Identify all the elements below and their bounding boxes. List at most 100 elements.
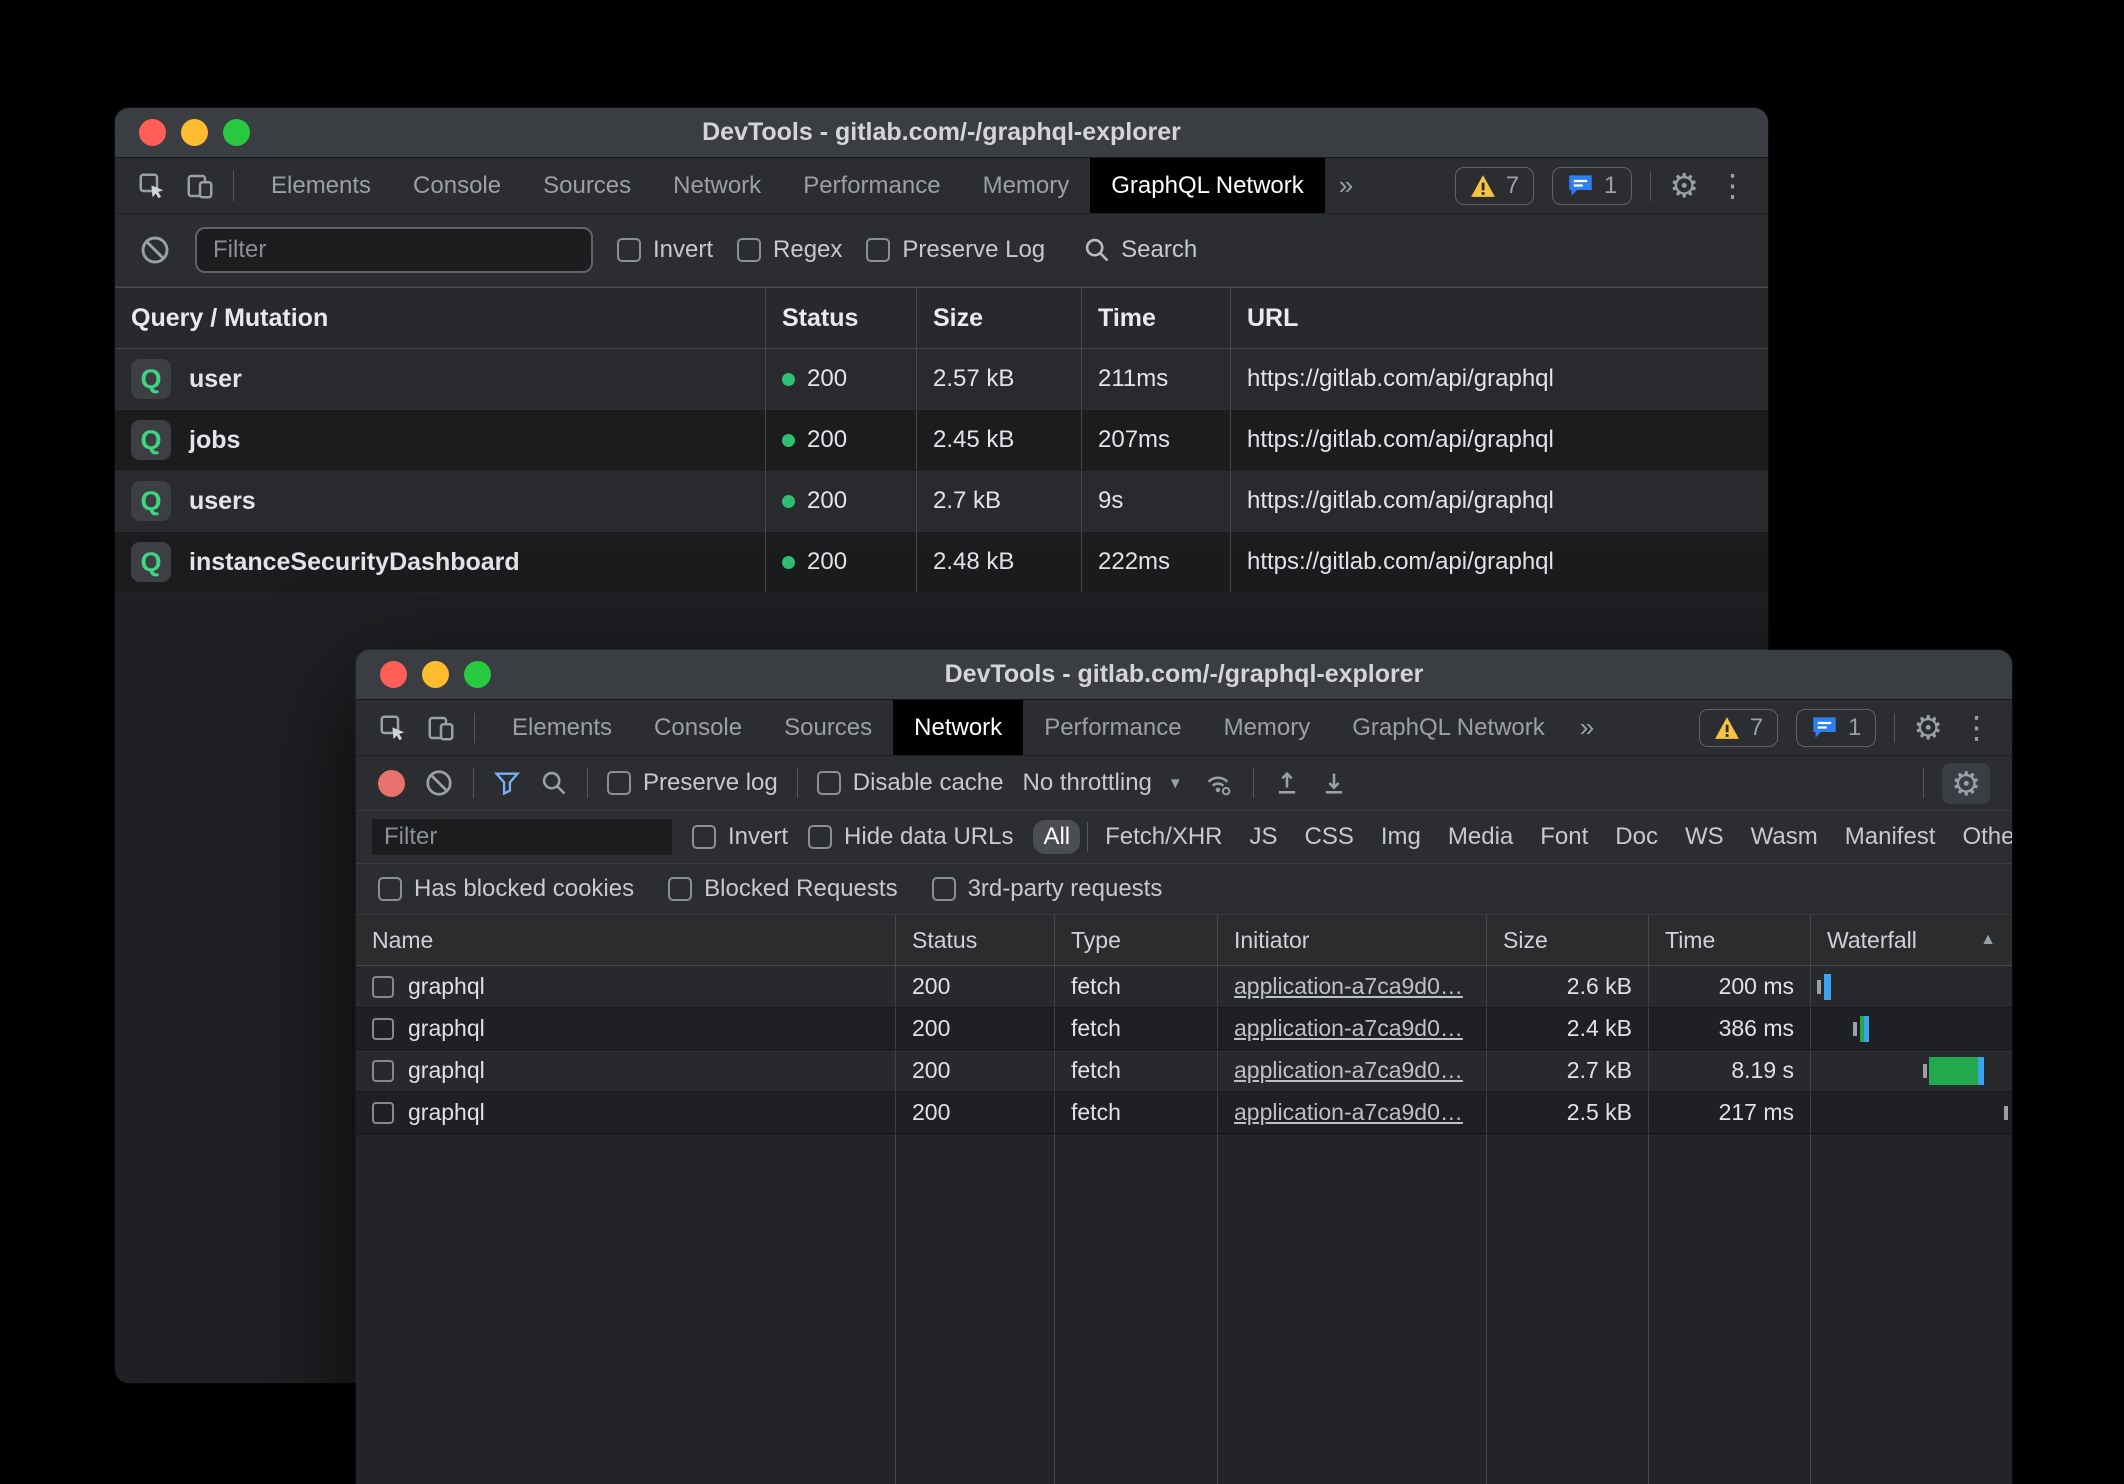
filter-input[interactable] [372, 819, 672, 855]
issues-badge[interactable]: 1 [1796, 709, 1876, 747]
hide-data-urls-checkbox-group[interactable]: Hide data URLs [808, 823, 1013, 851]
table-row[interactable]: Qjobs 200 2.45 kB 207ms https://gitlab.c… [115, 410, 1768, 471]
disable-cache-checkbox[interactable] [817, 771, 841, 795]
column-url[interactable]: URL [1230, 288, 1768, 348]
row-checkbox[interactable] [372, 1060, 394, 1082]
table-row[interactable]: graphql 200 fetch application-a7ca9d0… 2… [356, 1092, 2012, 1134]
table-row[interactable]: graphql 200 fetch application-a7ca9d0… 2… [356, 1008, 2012, 1050]
network-conditions-icon[interactable] [1202, 768, 1234, 798]
search-icon[interactable] [540, 769, 568, 797]
regex-checkbox-group[interactable]: Regex [737, 236, 842, 264]
column-size[interactable]: Size [916, 288, 1081, 348]
type-filter-media[interactable]: Media [1438, 820, 1523, 854]
table-row[interactable]: graphql 200 fetch application-a7ca9d0… 2… [356, 1050, 2012, 1092]
invert-checkbox-group[interactable]: Invert [617, 236, 713, 264]
tab-elements[interactable]: Elements [250, 158, 392, 213]
initiator-link[interactable]: application-a7ca9d0… [1234, 1057, 1463, 1084]
device-toolbar-icon[interactable] [426, 713, 456, 743]
tab-memory[interactable]: Memory [1203, 700, 1332, 755]
preserve-log-checkbox[interactable] [866, 238, 890, 262]
tab-performance[interactable]: Performance [782, 158, 961, 213]
zoom-window-button[interactable] [464, 661, 491, 688]
tab-console[interactable]: Console [633, 700, 763, 755]
table-row[interactable]: Qusers 200 2.7 kB 9s https://gitlab.com/… [115, 471, 1768, 532]
invert-checkbox[interactable] [692, 825, 716, 849]
column-status[interactable]: Status [895, 915, 1054, 965]
initiator-link[interactable]: application-a7ca9d0… [1234, 1099, 1463, 1126]
row-checkbox[interactable] [372, 976, 394, 998]
tab-elements[interactable]: Elements [491, 700, 633, 755]
record-network-log-button[interactable] [378, 770, 405, 797]
type-filter-manifest[interactable]: Manifest [1835, 820, 1946, 854]
type-filter-doc[interactable]: Doc [1605, 820, 1668, 854]
table-row[interactable]: QinstanceSecurityDashboard 200 2.48 kB 2… [115, 532, 1768, 593]
type-filter-wasm[interactable]: Wasm [1741, 820, 1828, 854]
tab-memory[interactable]: Memory [962, 158, 1091, 213]
preserve-log-checkbox-group[interactable]: Preserve Log [866, 236, 1045, 264]
kebab-menu-icon[interactable]: ⋮ [1717, 170, 1748, 201]
warnings-badge[interactable]: 7 [1699, 709, 1778, 747]
has-blocked-cookies-checkbox-group[interactable]: Has blocked cookies [378, 875, 634, 903]
preserve-log-checkbox-group[interactable]: Preserve log [607, 769, 778, 797]
type-filter-js[interactable]: JS [1240, 820, 1288, 854]
column-size[interactable]: Size [1486, 915, 1648, 965]
clear-icon[interactable] [424, 768, 454, 798]
tab-network[interactable]: Network [893, 700, 1023, 755]
type-filter-font[interactable]: Font [1530, 820, 1598, 854]
tab-console[interactable]: Console [392, 158, 522, 213]
clear-icon[interactable] [139, 234, 171, 266]
column-query-mutation[interactable]: Query / Mutation [115, 288, 765, 348]
initiator-link[interactable]: application-a7ca9d0… [1234, 1015, 1463, 1042]
third-party-requests-checkbox-group[interactable]: 3rd-party requests [932, 875, 1163, 903]
column-time[interactable]: Time [1648, 915, 1810, 965]
tab-sources[interactable]: Sources [763, 700, 893, 755]
close-window-button[interactable] [139, 119, 166, 146]
invert-checkbox-group[interactable]: Invert [692, 823, 788, 851]
more-tabs-icon[interactable]: » [1325, 158, 1367, 213]
hide-data-urls-checkbox[interactable] [808, 825, 832, 849]
search-control[interactable]: Search [1083, 236, 1197, 264]
type-filter-img[interactable]: Img [1371, 820, 1431, 854]
issues-badge[interactable]: 1 [1552, 167, 1632, 205]
column-status[interactable]: Status [765, 288, 916, 348]
row-checkbox[interactable] [372, 1102, 394, 1124]
column-name[interactable]: Name [356, 915, 895, 965]
network-settings-button[interactable]: ⚙ [1942, 763, 1990, 804]
minimize-window-button[interactable] [422, 661, 449, 688]
column-type[interactable]: Type [1054, 915, 1217, 965]
tab-network[interactable]: Network [652, 158, 782, 213]
inspect-element-icon[interactable] [378, 713, 408, 743]
type-filter-other[interactable]: Other [1952, 820, 2012, 854]
tab-performance[interactable]: Performance [1023, 700, 1202, 755]
more-tabs-icon[interactable]: » [1566, 700, 1608, 755]
export-har-icon[interactable] [1320, 769, 1348, 797]
row-checkbox[interactable] [372, 1018, 394, 1040]
tab-graphql-network[interactable]: GraphQL Network [1090, 158, 1325, 213]
throttling-dropdown[interactable]: No throttling ▼ [1022, 769, 1182, 797]
table-row[interactable]: Quser 200 2.57 kB 211ms https://gitlab.c… [115, 349, 1768, 410]
kebab-menu-icon[interactable]: ⋮ [1961, 712, 1992, 743]
disable-cache-checkbox-group[interactable]: Disable cache [817, 769, 1004, 797]
column-initiator[interactable]: Initiator [1217, 915, 1486, 965]
type-filter-all[interactable]: All [1033, 820, 1080, 854]
third-party-requests-checkbox[interactable] [932, 877, 956, 901]
title-bar[interactable]: DevTools - gitlab.com/-/graphql-explorer [115, 108, 1768, 158]
regex-checkbox[interactable] [737, 238, 761, 262]
settings-gear-icon[interactable]: ⚙ [1913, 711, 1943, 744]
column-waterfall[interactable]: Waterfall ▲ [1810, 915, 2012, 965]
title-bar[interactable]: DevTools - gitlab.com/-/graphql-explorer [356, 650, 2012, 700]
invert-checkbox[interactable] [617, 238, 641, 262]
filter-input[interactable] [195, 227, 593, 273]
type-filter-ws[interactable]: WS [1675, 820, 1734, 854]
column-time[interactable]: Time [1081, 288, 1230, 348]
blocked-requests-checkbox[interactable] [668, 877, 692, 901]
minimize-window-button[interactable] [181, 119, 208, 146]
initiator-link[interactable]: application-a7ca9d0… [1234, 973, 1463, 1000]
settings-gear-icon[interactable]: ⚙ [1669, 169, 1699, 202]
has-blocked-cookies-checkbox[interactable] [378, 877, 402, 901]
close-window-button[interactable] [380, 661, 407, 688]
blocked-requests-checkbox-group[interactable]: Blocked Requests [668, 875, 897, 903]
tab-graphql-network[interactable]: GraphQL Network [1331, 700, 1566, 755]
warnings-badge[interactable]: 7 [1455, 167, 1534, 205]
type-filter-fetch-xhr[interactable]: Fetch/XHR [1095, 820, 1232, 854]
